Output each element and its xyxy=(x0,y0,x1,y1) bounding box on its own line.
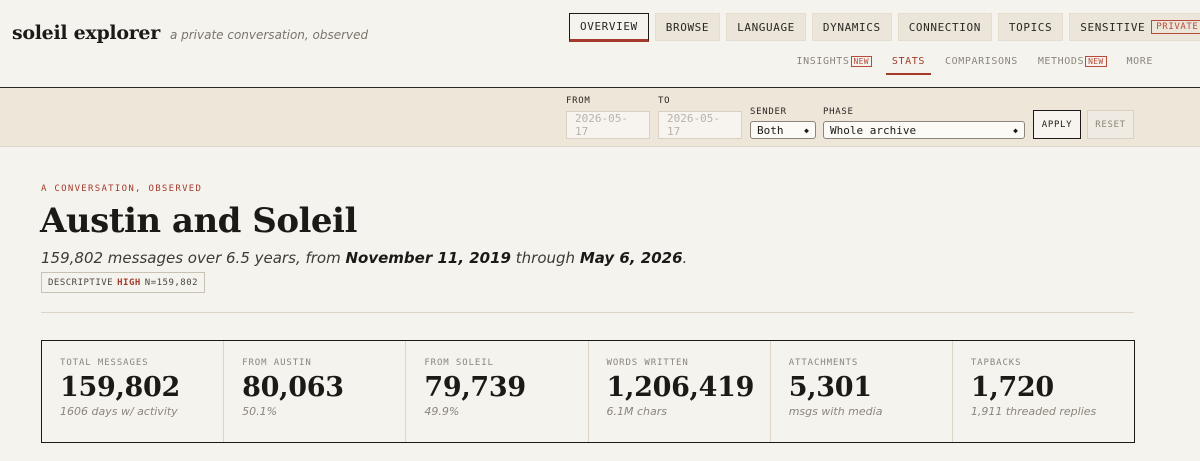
private-badge: PRIVATE xyxy=(1151,20,1200,34)
eyebrow: A CONVERSATION, OBSERVED xyxy=(41,184,203,194)
stat-words-written: WORDS WRITTEN 1,206,419 6.1M chars xyxy=(589,341,771,442)
stats-panel: TOTAL MESSAGES 159,802 1606 days w/ acti… xyxy=(41,340,1135,443)
divider xyxy=(41,312,1134,313)
subtab-more[interactable]: MORE xyxy=(1127,53,1153,69)
page-title: Austin and Soleil xyxy=(40,201,357,241)
subtab-comparisons[interactable]: COMPARISONS xyxy=(945,53,1018,69)
subtab-label: STATS xyxy=(891,55,925,67)
reset-button[interactable]: RESET xyxy=(1087,110,1134,139)
apply-button[interactable]: APPLY xyxy=(1033,110,1081,139)
stat-value: 1,720 xyxy=(970,372,1054,403)
phase-select-value: Whole archive xyxy=(830,123,917,137)
to-label: TO xyxy=(658,96,671,106)
stat-sub: 1,911 threaded replies xyxy=(970,405,1097,418)
stat-attachments: ATTACHMENTS 5,301 msgs with media xyxy=(771,341,953,442)
tab-connection[interactable]: CONNECTION xyxy=(897,13,992,41)
stat-value: 159,802 xyxy=(60,372,181,403)
stat-sub: 6.1M chars xyxy=(606,405,668,418)
subtab-label: METHODS xyxy=(1037,55,1085,67)
stat-label: WORDS WRITTEN xyxy=(606,358,689,368)
badge-kind: DESCRIPTIVE xyxy=(48,277,114,288)
stat-label: FROM AUSTIN xyxy=(242,358,312,368)
stat-sub: 50.1% xyxy=(242,405,278,418)
tab-language[interactable]: LANGUAGE xyxy=(726,13,806,41)
subtab-methods[interactable]: METHODS NEW xyxy=(1038,53,1107,69)
stat-label: ATTACHMENTS xyxy=(788,358,859,368)
tab-label: OVERVIEW xyxy=(580,20,638,33)
chevron-updown-icon: ◆ xyxy=(804,125,809,135)
brand-name[interactable]: soleil explorer xyxy=(12,22,160,44)
tab-label: TOPICS xyxy=(1008,20,1053,34)
subtab-label: INSIGHTS xyxy=(796,55,850,67)
to-date-input[interactable]: 2026-05-17 xyxy=(658,111,742,139)
summary-start-date: November 11, 2019 xyxy=(345,249,511,267)
chevron-updown-icon: ◆ xyxy=(1013,125,1018,135)
subtab-insights[interactable]: INSIGHTS NEW xyxy=(797,53,872,69)
tab-sensitive[interactable]: SENSITIVE PRIVATE xyxy=(1069,13,1200,41)
tab-label: DYNAMICS xyxy=(822,20,881,34)
stat-tapbacks: TAPBACKS 1,720 1,911 threaded replies xyxy=(953,341,1134,442)
primary-nav: OVERVIEW BROWSE LANGUAGE DYNAMICS CONNEC… xyxy=(569,13,1200,42)
badge-level: HIGH xyxy=(117,277,141,288)
subtab-label: MORE xyxy=(1126,55,1153,67)
stat-label: FROM SOLEIL xyxy=(424,358,494,368)
stat-sub: 1606 days w/ activity xyxy=(60,405,178,418)
summary-prefix: 159,802 messages over 6.5 years, from xyxy=(41,249,341,267)
summary-line: 159,802 messages over 6.5 years, from No… xyxy=(41,249,687,267)
tab-overview[interactable]: OVERVIEW xyxy=(569,13,649,42)
stat-from-soleil: FROM SOLEIL 79,739 49.9% xyxy=(406,341,589,442)
stat-sub: 49.9% xyxy=(424,405,460,418)
new-badge: NEW xyxy=(850,55,872,67)
sender-select[interactable]: Both ◆ xyxy=(750,121,816,139)
tab-label: LANGUAGE xyxy=(737,20,795,34)
tab-label: SENSITIVE xyxy=(1080,20,1146,34)
stat-label: TOTAL MESSAGES xyxy=(60,358,149,368)
summary-end-date: May 6, 2026 xyxy=(579,249,683,267)
secondary-nav: INSIGHTS NEW STATS COMPARISONS METHODS N… xyxy=(797,53,1153,75)
filter-bar: FROM 2026-05-17 TO 2026-05-17 SENDER Bot… xyxy=(0,87,1200,147)
phase-label: PHASE xyxy=(823,107,854,117)
stat-sub: msgs with media xyxy=(788,405,883,418)
new-badge: NEW xyxy=(1085,55,1107,67)
header: soleil explorer a private conversation, … xyxy=(0,0,1200,87)
tab-label: BROWSE xyxy=(665,20,710,34)
from-label: FROM xyxy=(566,96,591,106)
tab-topics[interactable]: TOPICS xyxy=(997,13,1064,41)
stat-value: 1,206,419 xyxy=(606,372,755,403)
badge-n: N=159,802 xyxy=(144,277,199,288)
sender-label: SENDER xyxy=(750,107,787,117)
subtab-label: COMPARISONS xyxy=(944,55,1018,67)
from-date-input[interactable]: 2026-05-17 xyxy=(566,111,650,139)
phase-select[interactable]: Whole archive ◆ xyxy=(823,121,1025,139)
descriptive-badge: DESCRIPTIVE HIGH N=159,802 xyxy=(41,272,206,293)
sender-select-value: Both xyxy=(757,123,784,137)
stat-value: 79,739 xyxy=(424,372,526,403)
summary-suffix: . xyxy=(682,249,688,267)
tab-browse[interactable]: BROWSE xyxy=(654,13,721,41)
stat-from-austin: FROM AUSTIN 80,063 50.1% xyxy=(224,341,407,442)
brand-tagline: a private conversation, observed xyxy=(169,28,369,42)
tab-dynamics[interactable]: DYNAMICS xyxy=(811,13,892,41)
stat-value: 80,063 xyxy=(242,372,344,403)
stat-value: 5,301 xyxy=(788,372,872,403)
tab-label: CONNECTION xyxy=(908,20,981,34)
summary-through: through xyxy=(515,249,576,267)
stat-total-messages: TOTAL MESSAGES 159,802 1606 days w/ acti… xyxy=(42,341,225,442)
subtab-stats[interactable]: STATS xyxy=(885,53,932,75)
brand: soleil explorer a private conversation, … xyxy=(12,22,368,44)
stat-label: TAPBACKS xyxy=(970,358,1022,368)
